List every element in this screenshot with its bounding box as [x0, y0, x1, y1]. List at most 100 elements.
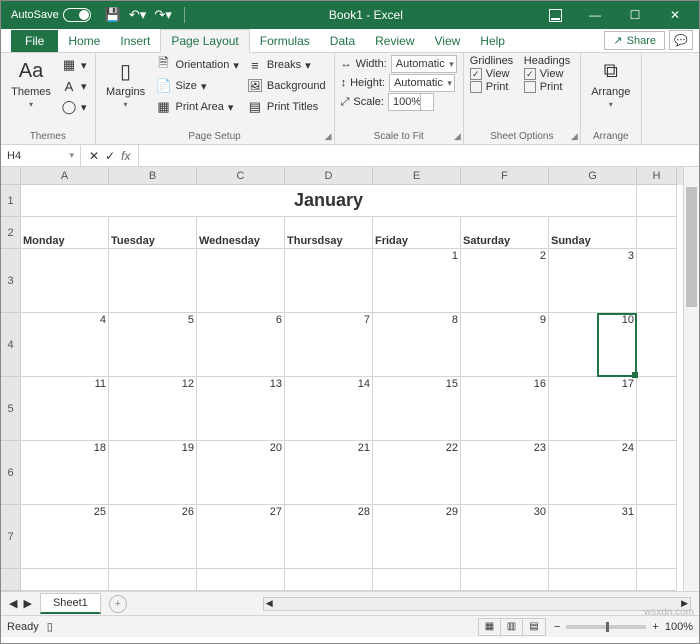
- tab-file[interactable]: File: [11, 30, 58, 52]
- tab-formulas[interactable]: Formulas: [250, 30, 320, 52]
- margins-button[interactable]: ▯ Margins ▾: [102, 55, 150, 111]
- tab-view[interactable]: View: [425, 30, 471, 52]
- cell[interactable]: [637, 505, 677, 569]
- row-header[interactable]: 1: [1, 185, 21, 217]
- cell[interactable]: 21: [285, 441, 373, 505]
- zoom-slider[interactable]: [566, 625, 646, 629]
- column-header[interactable]: F: [461, 167, 549, 185]
- cancel-formula-icon[interactable]: ✕: [89, 149, 99, 163]
- cell[interactable]: 20: [197, 441, 285, 505]
- cell[interactable]: [373, 569, 461, 591]
- gridlines-view-check[interactable]: ✓View: [470, 68, 520, 80]
- column-header[interactable]: A: [21, 167, 109, 185]
- cell[interactable]: 11: [21, 377, 109, 441]
- cell[interactable]: 3: [549, 249, 637, 313]
- cell[interactable]: [21, 569, 109, 591]
- cell[interactable]: 5: [109, 313, 197, 377]
- cell[interactable]: [197, 569, 285, 591]
- arrange-button[interactable]: ⧉ Arrange ▾: [587, 55, 635, 111]
- enter-formula-icon[interactable]: ✓: [105, 149, 115, 163]
- cell[interactable]: [461, 569, 549, 591]
- vertical-scrollbar[interactable]: [683, 167, 699, 591]
- cell[interactable]: [109, 249, 197, 313]
- cell[interactable]: Tuesday: [109, 217, 197, 249]
- page-layout-view-button[interactable]: ▥: [501, 619, 523, 635]
- headings-view-check[interactable]: ✓View: [524, 68, 574, 80]
- colors-button[interactable]: ▦▾: [59, 55, 89, 75]
- cell[interactable]: [637, 441, 677, 505]
- horizontal-scrollbar[interactable]: [263, 597, 691, 611]
- formula-bar[interactable]: [138, 145, 699, 166]
- sheet-options-launcher-icon[interactable]: ◢: [571, 131, 578, 142]
- month-title-cell[interactable]: January: [21, 185, 637, 217]
- cell[interactable]: 14: [285, 377, 373, 441]
- cell[interactable]: 22: [373, 441, 461, 505]
- cell[interactable]: 24: [549, 441, 637, 505]
- cell[interactable]: [637, 313, 677, 377]
- cell[interactable]: 31: [549, 505, 637, 569]
- cell[interactable]: 1: [373, 249, 461, 313]
- fonts-button[interactable]: A▾: [59, 76, 89, 96]
- zoom-in-button[interactable]: +: [652, 621, 658, 633]
- scale-launcher-icon[interactable]: ◢: [454, 131, 461, 142]
- cell[interactable]: 23: [461, 441, 549, 505]
- undo-icon[interactable]: ↶▾: [129, 7, 146, 23]
- cell[interactable]: 27: [197, 505, 285, 569]
- redo-icon[interactable]: ↷▾: [154, 7, 171, 23]
- tab-page-layout[interactable]: Page Layout: [160, 29, 249, 53]
- zoom-level[interactable]: 100%: [665, 621, 693, 633]
- cell[interactable]: Friday: [373, 217, 461, 249]
- column-header[interactable]: B: [109, 167, 197, 185]
- tab-home[interactable]: Home: [58, 30, 110, 52]
- cell[interactable]: 6: [197, 313, 285, 377]
- cell[interactable]: [285, 569, 373, 591]
- column-header[interactable]: D: [285, 167, 373, 185]
- cell[interactable]: 10: [549, 313, 637, 377]
- cell[interactable]: 26: [109, 505, 197, 569]
- cell[interactable]: 8: [373, 313, 461, 377]
- cell[interactable]: 29: [373, 505, 461, 569]
- page-break-view-button[interactable]: ▤: [523, 619, 545, 635]
- cell[interactable]: 9: [461, 313, 549, 377]
- row-header[interactable]: 6: [1, 441, 21, 505]
- row-header[interactable]: [1, 569, 21, 591]
- ribbon-display-icon[interactable]: [535, 1, 575, 29]
- cell[interactable]: [637, 249, 677, 313]
- tab-insert[interactable]: Insert: [110, 30, 160, 52]
- fx-icon[interactable]: fx: [121, 149, 130, 163]
- cell[interactable]: 28: [285, 505, 373, 569]
- name-box[interactable]: H4: [1, 145, 81, 166]
- scale-spinner[interactable]: 100%: [388, 93, 434, 111]
- cell[interactable]: 7: [285, 313, 373, 377]
- prev-sheet-icon[interactable]: ◀: [9, 597, 17, 610]
- row-header[interactable]: 4: [1, 313, 21, 377]
- cell[interactable]: 12: [109, 377, 197, 441]
- column-header[interactable]: H: [637, 167, 677, 185]
- cell[interactable]: 17: [549, 377, 637, 441]
- cell[interactable]: 2: [461, 249, 549, 313]
- zoom-out-button[interactable]: −: [554, 621, 560, 633]
- new-sheet-button[interactable]: +: [109, 595, 127, 613]
- maximize-icon[interactable]: ☐: [615, 1, 655, 29]
- print-area-button[interactable]: ▦Print Area ▾: [154, 97, 241, 117]
- normal-view-button[interactable]: ▦: [479, 619, 501, 635]
- cell[interactable]: [549, 569, 637, 591]
- effects-button[interactable]: ◯▾: [59, 97, 89, 117]
- minimize-icon[interactable]: —: [575, 1, 615, 29]
- cell[interactable]: [637, 185, 677, 217]
- cell[interactable]: 13: [197, 377, 285, 441]
- cell[interactable]: 30: [461, 505, 549, 569]
- cell[interactable]: [637, 569, 677, 591]
- size-button[interactable]: 📄Size ▾: [154, 76, 241, 96]
- row-header[interactable]: 3: [1, 249, 21, 313]
- cell[interactable]: [21, 249, 109, 313]
- cell[interactable]: Sunday: [549, 217, 637, 249]
- share-button[interactable]: Share: [604, 31, 665, 50]
- cell[interactable]: Monday: [21, 217, 109, 249]
- column-header[interactable]: E: [373, 167, 461, 185]
- macro-icon[interactable]: ▯: [47, 620, 53, 633]
- save-icon[interactable]: 💾: [105, 7, 121, 23]
- cell[interactable]: Saturday: [461, 217, 549, 249]
- themes-button[interactable]: Aa Themes ▾: [7, 55, 55, 111]
- cell[interactable]: [637, 217, 677, 249]
